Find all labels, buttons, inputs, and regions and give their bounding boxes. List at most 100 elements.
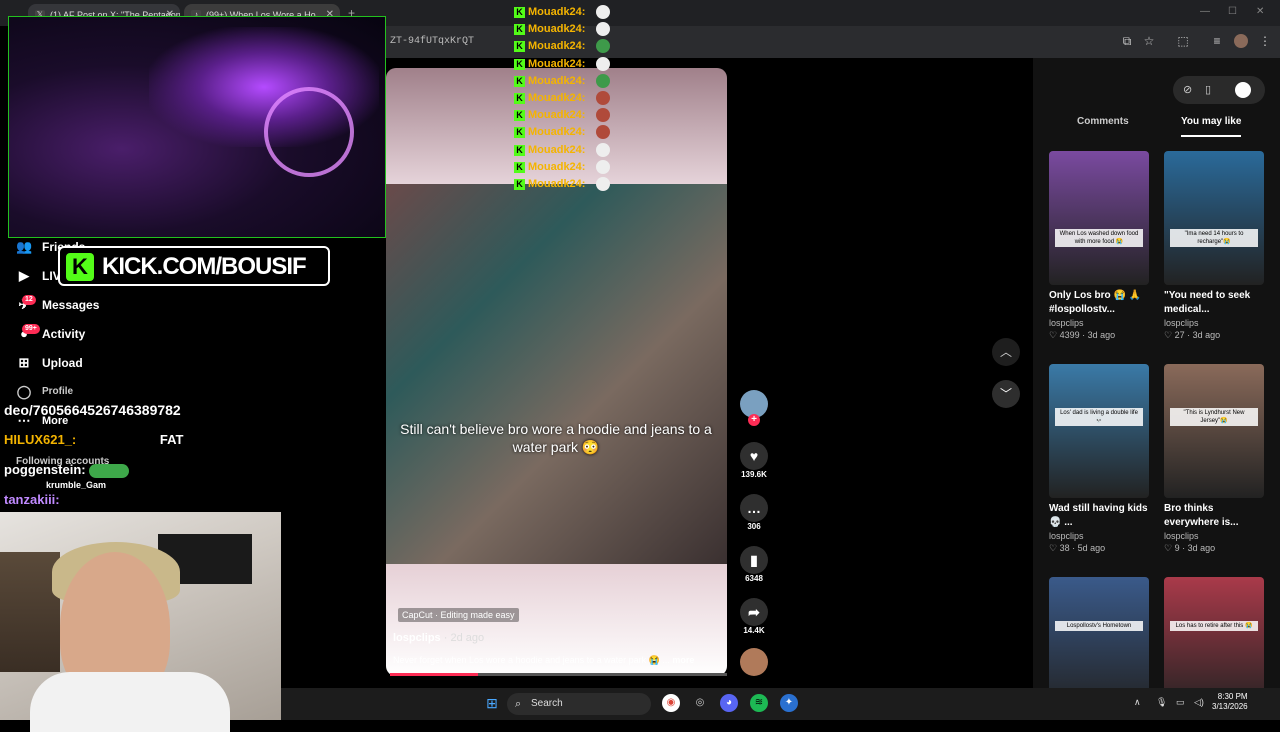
chat-username: Mouadk24: bbox=[528, 74, 586, 87]
kick-banner: K KICK.COM/BOUSIF bbox=[58, 246, 330, 286]
chat-username: Mouadk24: bbox=[528, 57, 586, 70]
chat-emote-icon bbox=[596, 56, 610, 71]
chat-username: Mouadk24: bbox=[528, 23, 586, 36]
url-field[interactable]: ZT-94fUTqxKrQT bbox=[390, 32, 1090, 52]
like-button[interactable]: ♥ 139.6K bbox=[738, 442, 770, 479]
thumbnail-caption: "This is Lyndhurst New Jersey"😭 bbox=[1170, 408, 1258, 426]
media-icon[interactable]: ≡ bbox=[1210, 34, 1224, 48]
kick-chat-line: K Mouadk24: bbox=[514, 4, 610, 21]
streamer-shirt bbox=[30, 672, 230, 732]
chat-text: FAT bbox=[159, 432, 184, 447]
tab-you-may-like[interactable]: You may like bbox=[1181, 115, 1242, 137]
save-button[interactable]: ▮ 6348 bbox=[738, 546, 770, 583]
kick-badge-icon: K bbox=[514, 161, 525, 173]
kick-badge-icon: K bbox=[514, 179, 525, 190]
kick-chat-line: K Mouadk24: bbox=[514, 21, 610, 38]
save-count: 6348 bbox=[745, 574, 763, 583]
share-button[interactable]: ➦ 14.4K bbox=[738, 598, 770, 635]
extensions-icon[interactable]: ⬚ bbox=[1176, 34, 1190, 48]
card-author[interactable]: lospclips bbox=[1049, 317, 1149, 329]
card-title[interactable]: Only Los bro 😭 🙏 #lospollostv... bbox=[1049, 289, 1149, 317]
kick-badge-icon: K bbox=[514, 110, 525, 122]
toggle-knob[interactable] bbox=[1235, 82, 1251, 98]
chat-emote-icon bbox=[596, 177, 610, 191]
card-author[interactable]: lospclips bbox=[1164, 317, 1264, 329]
chat-username: Mouadk24: bbox=[528, 92, 586, 104]
next-video-button[interactable]: ﹀ bbox=[992, 380, 1020, 408]
video-progress-bar[interactable] bbox=[390, 673, 727, 676]
description-text: Never forget when Los wore a hoodie and … bbox=[393, 655, 670, 665]
thumbnail-caption: When Los washed down food with more food… bbox=[1055, 229, 1143, 247]
view-toggle[interactable]: ⊘ ▯ bbox=[1173, 76, 1265, 104]
windows-start-icon[interactable]: ⊞ bbox=[483, 694, 501, 712]
video-thumbnail[interactable]: Los' dad is living a double life 💀 bbox=[1049, 364, 1149, 498]
chrome-icon[interactable]: ◉ bbox=[662, 694, 680, 712]
network-icon[interactable]: ▭ bbox=[1176, 697, 1185, 708]
discord-icon[interactable]: ◕ bbox=[720, 694, 738, 712]
friends-icon: 👥 bbox=[16, 239, 33, 254]
spotify-icon[interactable]: ≋ bbox=[750, 694, 768, 712]
video-scene bbox=[386, 184, 727, 564]
kick-chat-line: K Mouadk24: bbox=[514, 73, 610, 90]
card-age: 3d ago bbox=[1192, 330, 1221, 340]
app-icon[interactable]: ✦ bbox=[780, 694, 798, 712]
music-disc[interactable] bbox=[738, 648, 770, 676]
video-thumbnail[interactable]: "This is Lyndhurst New Jersey"😭 bbox=[1164, 364, 1264, 498]
recommended-card[interactable]: When Los washed down food with more food… bbox=[1049, 151, 1149, 341]
chat-username: Mouadk24: bbox=[528, 160, 586, 173]
sidebar-item-label: Activity bbox=[42, 327, 86, 341]
video-caption: Still can't believe bro wore a hoodie an… bbox=[400, 421, 712, 455]
obs-icon[interactable]: ◎ bbox=[691, 694, 709, 712]
profile-avatar-icon[interactable] bbox=[1234, 34, 1248, 48]
video-thumbnail[interactable]: "Ima need 14 hours to recharge"😭 bbox=[1164, 151, 1264, 285]
chat-username: Mouadk24: bbox=[528, 178, 586, 190]
creator-avatar[interactable]: + bbox=[738, 390, 770, 426]
tab-comments[interactable]: Comments bbox=[1077, 115, 1129, 137]
card-title[interactable]: "You need to seek medical... bbox=[1164, 289, 1264, 317]
tray-chevron-icon[interactable]: ∧ bbox=[1134, 697, 1141, 708]
capcut-label[interactable]: CapCut · Editing made easy bbox=[398, 608, 519, 622]
chat-emote-icon bbox=[596, 73, 610, 88]
follow-plus-icon[interactable]: + bbox=[748, 414, 760, 426]
video-thumbnail[interactable]: When Los washed down food with more food… bbox=[1049, 151, 1149, 285]
chat-username: Mouadk24: bbox=[528, 143, 586, 156]
phone-icon[interactable]: ▯ bbox=[1205, 83, 1211, 96]
previous-video-button[interactable]: ︿ bbox=[992, 338, 1020, 366]
recommended-card[interactable]: Los' dad is living a double life 💀 Wad st… bbox=[1049, 364, 1149, 554]
sidebar-item-messages[interactable]: ✈12 Messages bbox=[16, 294, 99, 316]
author-name[interactable]: lospclips bbox=[393, 632, 441, 644]
following-user[interactable]: krumble_Gam bbox=[46, 480, 106, 490]
comment-button[interactable]: … 306 bbox=[738, 494, 770, 531]
microphone-icon[interactable]: 🎙 bbox=[1156, 697, 1167, 708]
taskbar-clock[interactable]: 8:30 PM 3/13/2026 bbox=[1212, 692, 1248, 712]
card-likes: 27 bbox=[1174, 330, 1185, 340]
card-stats: ♡ 27 · 3d ago bbox=[1164, 329, 1264, 341]
kick-chat-line: K Mouadk24: bbox=[514, 176, 610, 193]
taskbar-search[interactable]: ⌕ Search bbox=[507, 693, 651, 715]
chat-username: Mouadk24: bbox=[528, 6, 586, 18]
cast-icon[interactable]: ⧉ bbox=[1120, 34, 1134, 48]
kick-badge-icon: K bbox=[514, 144, 525, 156]
card-likes: 4399 bbox=[1059, 330, 1080, 340]
card-title[interactable]: Wad still having kids 💀 ... bbox=[1049, 502, 1149, 530]
more-link[interactable]: more bbox=[672, 655, 694, 665]
streamer-room-cam bbox=[8, 16, 386, 238]
compass-icon[interactable]: ⊘ bbox=[1183, 83, 1192, 96]
close-window-button[interactable]: ✕ bbox=[1256, 6, 1264, 17]
sidebar-item-profile[interactable]: ◯ Profile bbox=[16, 381, 73, 403]
maximize-button[interactable]: ☐ bbox=[1228, 6, 1237, 17]
recommended-card[interactable]: "Ima need 14 hours to recharge"😭 "You nee… bbox=[1164, 151, 1264, 341]
card-title[interactable]: Bro thinks everywhere is... bbox=[1164, 502, 1264, 530]
bookmark-star-icon[interactable]: ☆ bbox=[1142, 34, 1156, 48]
sidebar-item-upload[interactable]: ⊞ Upload bbox=[16, 352, 83, 374]
volume-icon[interactable]: ◁) bbox=[1194, 697, 1204, 708]
sidebar-item-activity[interactable]: ●99+ Activity bbox=[16, 323, 85, 345]
clock-time: 8:30 PM bbox=[1217, 692, 1248, 701]
messages-icon: ✈12 bbox=[16, 295, 36, 313]
post-age: · 2d ago bbox=[443, 632, 485, 644]
minimize-button[interactable]: — bbox=[1200, 6, 1210, 17]
card-author[interactable]: lospclips bbox=[1049, 530, 1149, 542]
recommended-card[interactable]: "This is Lyndhurst New Jersey"😭 Bro think… bbox=[1164, 364, 1264, 554]
card-author[interactable]: lospclips bbox=[1164, 530, 1264, 542]
menu-dots-icon[interactable]: ⋮ bbox=[1258, 34, 1272, 48]
